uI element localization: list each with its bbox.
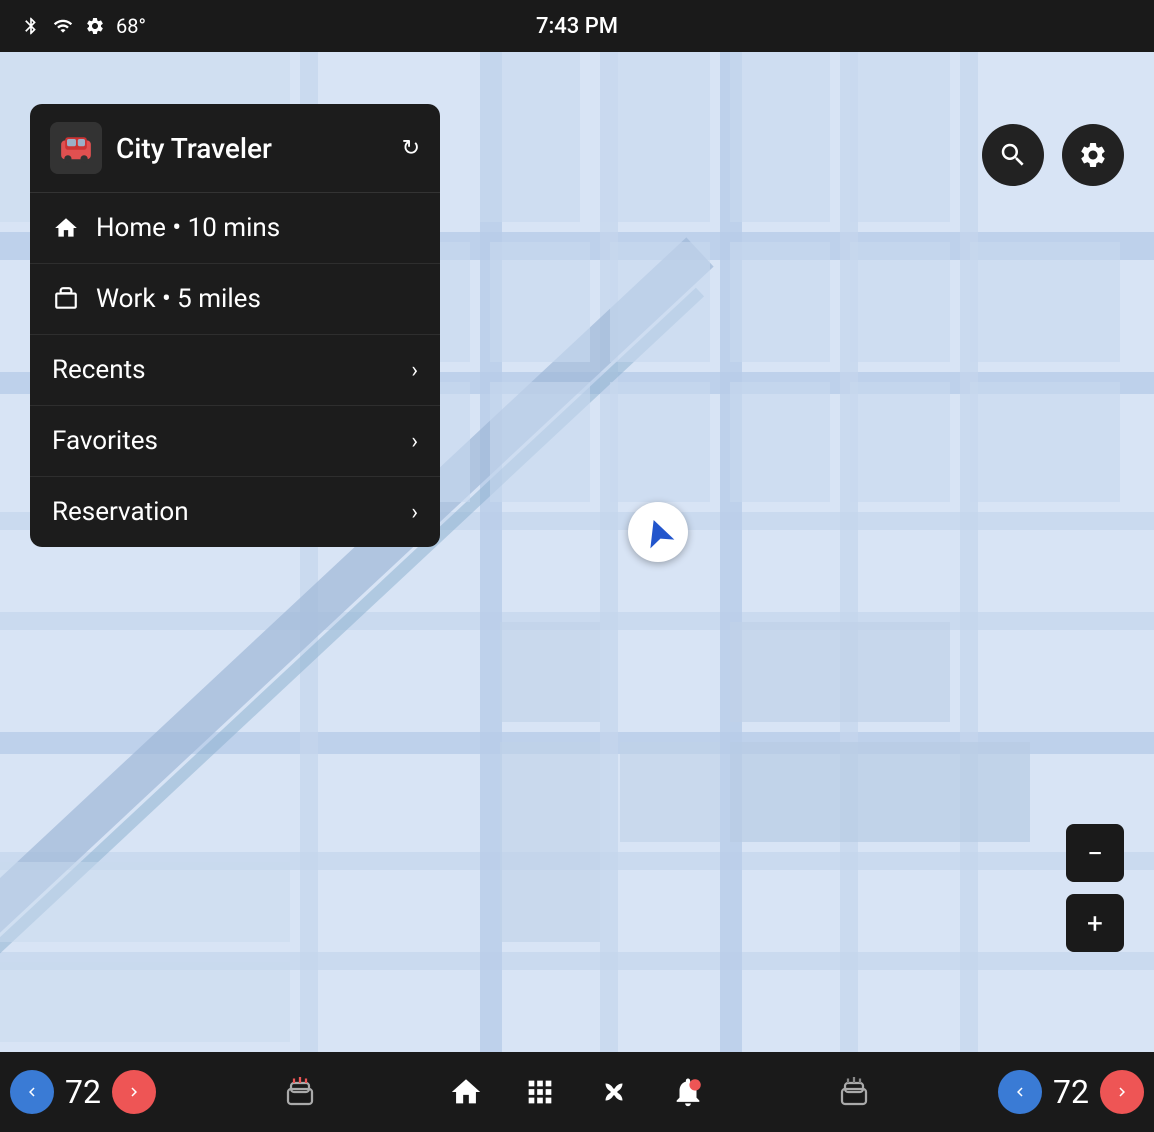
briefcase-icon [52, 285, 80, 313]
recents-label: Recents [52, 355, 395, 385]
left-temp-down-button[interactable] [10, 1070, 54, 1114]
right-temp-down-button[interactable] [998, 1070, 1042, 1114]
home-icon [52, 214, 80, 242]
left-temperature: 72 [58, 1073, 108, 1111]
heat-fan-left-icon[interactable] [278, 1070, 322, 1114]
right-temperature: 72 [1046, 1073, 1096, 1111]
fan-icon[interactable] [592, 1070, 636, 1114]
nav-panel: City Traveler ↻ Home • 10 mins Work • 5 … [30, 104, 440, 547]
work-nav-label: Work • 5 miles [96, 284, 418, 314]
favorites-nav-item[interactable]: Favorites › [30, 406, 440, 477]
app-title: City Traveler [116, 132, 388, 165]
location-circle [628, 502, 688, 562]
left-temp-group: 72 [10, 1070, 156, 1114]
bottom-bar: 72 [0, 1052, 1154, 1132]
right-temp-group: 72 [998, 1070, 1144, 1114]
favorites-label: Favorites [52, 426, 395, 456]
status-bar: 68° 7:43 PM [0, 0, 1154, 52]
zoom-in-button[interactable]: + [1066, 894, 1124, 952]
home-nav-label: Home • 10 mins [96, 213, 418, 243]
recents-chevron-icon: › [411, 358, 418, 383]
left-temp-up-button[interactable] [112, 1070, 156, 1114]
refresh-icon[interactable]: ↻ [402, 136, 420, 161]
map[interactable]: City Traveler ↻ Home • 10 mins Work • 5 … [0, 52, 1154, 1052]
favorites-chevron-icon: › [411, 429, 418, 454]
nav-header: City Traveler ↻ [30, 104, 440, 193]
reservation-label: Reservation [52, 497, 395, 527]
notification-icon[interactable] [666, 1070, 710, 1114]
zoom-out-button[interactable]: − [1066, 824, 1124, 882]
apps-grid-icon[interactable] [518, 1070, 562, 1114]
home-bottom-icon[interactable] [444, 1070, 488, 1114]
recents-nav-item[interactable]: Recents › [30, 335, 440, 406]
bluetooth-icon [20, 15, 42, 37]
work-nav-item[interactable]: Work • 5 miles [30, 264, 440, 335]
map-settings-button[interactable] [1062, 124, 1124, 186]
zoom-out-icon: − [1087, 837, 1103, 870]
right-temp-up-button[interactable] [1100, 1070, 1144, 1114]
reservation-chevron-icon: › [411, 500, 418, 525]
location-marker [628, 502, 688, 562]
status-time: 7:43 PM [536, 14, 618, 39]
signal-icon [52, 15, 74, 37]
search-button[interactable] [982, 124, 1044, 186]
settings-status-icon [84, 15, 106, 37]
heat-seat-right-icon[interactable] [832, 1070, 876, 1114]
bottom-center-icons [444, 1070, 710, 1114]
status-icons: 68° [20, 14, 146, 38]
home-nav-item[interactable]: Home • 10 mins [30, 193, 440, 264]
reservation-nav-item[interactable]: Reservation › [30, 477, 440, 547]
status-temperature: 68° [116, 14, 146, 38]
zoom-in-icon: + [1087, 907, 1103, 940]
app-icon [50, 122, 102, 174]
